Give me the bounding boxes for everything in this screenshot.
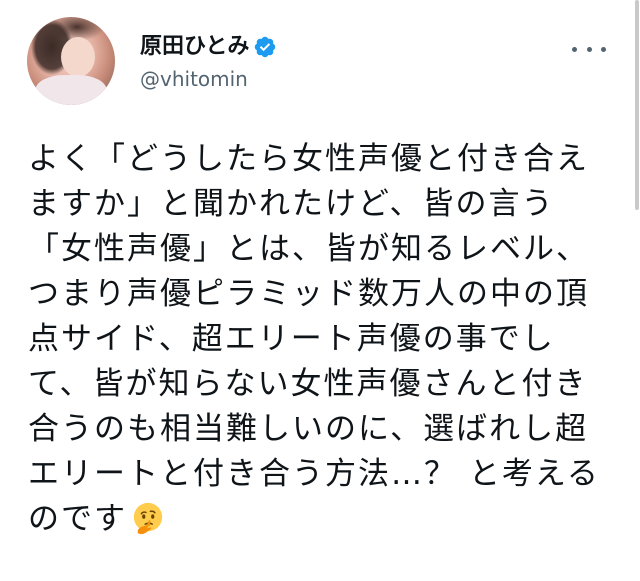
avatar-dress [35,75,107,105]
thinking-face-icon [133,502,163,535]
more-options-icon [586,46,592,52]
tweet-text: よく「どうしたら女性声優と付き合え ますか」と聞かれたけど、皆の言う 「女性声優… [28,137,628,542]
tweet-text-line: のです [28,501,127,537]
avatar-face [61,37,95,77]
scrollbar-thumb[interactable] [635,0,639,210]
tweet-text-last-line: のです [28,497,628,542]
user-info: 原田ひとみ @vhitomin [140,33,277,93]
tweet: 原田ひとみ @vhitomin よく「どうしたら女性声優と付き合え ますか」と聞… [0,0,640,581]
tweet-text-line: 「女性声優」とは、皆が知るレベル、 [28,231,589,267]
avatar[interactable] [27,17,115,105]
tweet-text-line: 合うのも相当難しいのに、選ばれし超 [28,411,589,447]
tweet-text-line: 点サイド、超エリート声優の事でし [28,321,555,357]
tweet-text-line: ますか」と聞かれたけど、皆の言う [28,186,555,222]
more-options-icon [601,46,606,52]
display-name[interactable]: 原田ひとみ [140,33,249,61]
tweet-text-line: エリートと付き合う方法…？ と考える [28,456,600,492]
more-options-icon [572,46,577,52]
verified-badge-icon [255,36,276,58]
tweet-text-line: て、皆が知らない女性声優さんと付き [28,366,588,402]
tweet-text-line: よく「どうしたら女性声優と付き合え [28,141,589,177]
user-handle[interactable]: @vhitomin [140,65,277,93]
more-options-button[interactable] [572,37,606,61]
tweet-header: 原田ひとみ @vhitomin [20,15,620,110]
scrollbar[interactable] [634,0,640,581]
tweet-text-line: つまり声優ピラミッド数万人の中の頂 [28,276,589,312]
